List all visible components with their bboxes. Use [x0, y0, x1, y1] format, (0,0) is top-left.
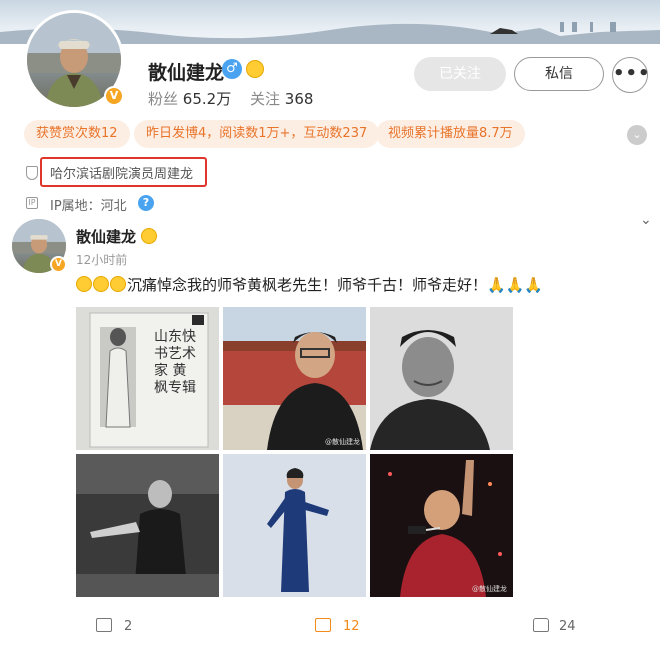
crying-emoji-icon: [110, 276, 126, 292]
post-image-3[interactable]: [370, 307, 513, 450]
member-emoji-icon: [246, 60, 264, 78]
profile-stats: 粉丝 65.2万 关注 368: [148, 88, 313, 109]
like-count[interactable]: 24: [559, 619, 576, 634]
like-thumb-icon[interactable]: [533, 618, 549, 632]
profile-name: 散仙建龙: [148, 62, 225, 84]
chip-video-plays[interactable]: 视频累计播放量8.7万: [376, 120, 525, 148]
post-image-2[interactable]: @散仙建龙: [223, 307, 366, 450]
male-gender-icon: ♂: [222, 59, 242, 79]
post-image-1[interactable]: 山东快书艺术家 黄枫专辑: [76, 307, 219, 450]
repost-count[interactable]: 2: [124, 619, 132, 634]
comment-count[interactable]: 12: [343, 619, 360, 634]
chip-yesterday-stats[interactable]: 昨日发博4，阅读数1万+，互动数237: [134, 120, 380, 148]
repost-icon[interactable]: [96, 618, 112, 632]
chevron-down-icon[interactable]: ⌄: [627, 125, 647, 145]
post-image-6[interactable]: @散仙建龙: [370, 454, 513, 597]
book-title-text: 山东快书艺术家 黄枫专辑: [154, 329, 196, 396]
follow-count[interactable]: 368: [285, 90, 314, 108]
verified-badge-icon: V: [104, 86, 124, 106]
chip-reward-count[interactable]: 获赞赏次数12: [24, 120, 130, 148]
post-author-name[interactable]: 散仙建龙: [76, 226, 136, 247]
fans-label: 粉丝: [148, 90, 179, 108]
post-image-5[interactable]: [223, 454, 366, 597]
post-image-4[interactable]: [76, 454, 219, 597]
ip-location-text: IP属地：河北: [50, 199, 127, 214]
comment-icon[interactable]: [315, 618, 331, 632]
image-watermark: @散仙建龙: [325, 438, 360, 446]
post-action-bar: 2 12 24: [0, 616, 660, 640]
post-text-content: 沉痛悼念我的师爷黄枫老先生！师爷千古！师爷走好！🙏🙏🙏: [127, 276, 544, 294]
ip-location-icon: IP: [26, 197, 38, 209]
post-time: 12小时前: [76, 253, 128, 267]
certification-text: 哈尔滨话剧院演员周建龙: [50, 167, 194, 182]
post-verified-badge-icon: V: [50, 256, 67, 273]
more-options-button[interactable]: •••: [612, 57, 650, 93]
profile-avatar[interactable]: V: [24, 10, 124, 110]
help-icon[interactable]: ?: [138, 195, 154, 211]
shield-icon: [26, 166, 38, 180]
crying-emoji-icon: [76, 276, 92, 292]
image-watermark: @散仙建龙: [472, 585, 507, 593]
message-button[interactable]: 私信: [514, 57, 604, 91]
fans-count[interactable]: 65.2万: [183, 90, 231, 108]
collapse-chevron-icon[interactable]: ⌄: [640, 212, 652, 228]
post-member-emoji-icon: [141, 228, 157, 244]
post-text: 沉痛悼念我的师爷黄枫老先生！师爷千古！师爷走好！🙏🙏🙏: [76, 274, 543, 295]
followed-button[interactable]: 已关注: [414, 57, 506, 91]
crying-emoji-icon: [93, 276, 109, 292]
follow-label: 关注: [249, 90, 280, 108]
